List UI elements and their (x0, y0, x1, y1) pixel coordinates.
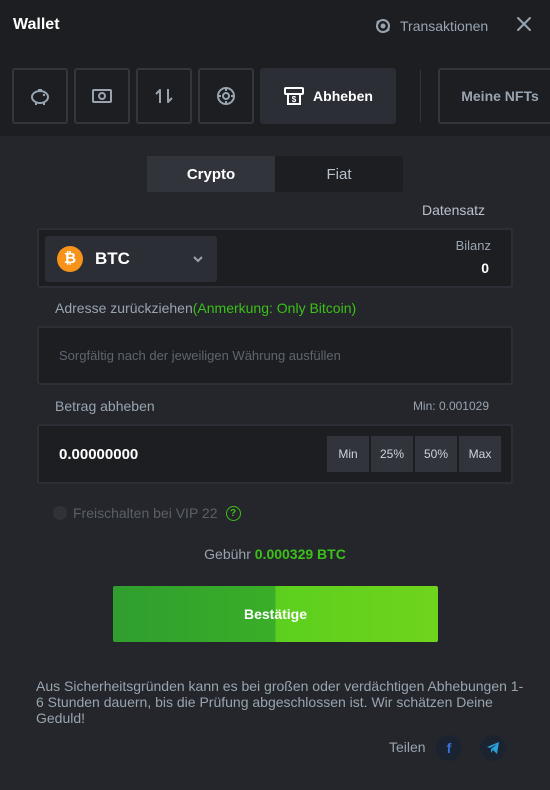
facebook-icon[interactable]: f (436, 735, 462, 761)
tab-buy[interactable] (74, 68, 130, 124)
transactions-label: Transaktionen (400, 18, 489, 34)
swap-icon (155, 89, 173, 103)
share-label: Teilen (389, 739, 426, 755)
min-button[interactable]: Min (327, 436, 369, 472)
header: Wallet Transaktionen (0, 0, 550, 52)
svg-text:$: $ (292, 95, 297, 104)
tab-my-nfts[interactable]: Meine NFTs (438, 68, 550, 124)
tab-crypto[interactable]: Crypto (147, 156, 275, 192)
coin-symbol: BTC (95, 249, 130, 268)
amount-panel: 0.00000000 Min 25% 50% Max (37, 424, 513, 484)
close-icon[interactable] (514, 14, 534, 34)
address-input[interactable]: Sorgfältig nach der jeweiligen Währung a… (37, 326, 513, 385)
25-percent-button[interactable]: 25% (371, 436, 413, 472)
tab-withdraw[interactable]: $ Abheben (260, 68, 396, 124)
fee-line: Gebühr 0.000329 BTC (0, 546, 550, 562)
address-label: Adresse zurückziehen(Anmerkung: Only Bit… (55, 300, 357, 316)
vault-icon (217, 87, 235, 105)
tab-deposit[interactable] (12, 68, 68, 124)
coin-panel: ₿ BTC Bilanz 0 (37, 228, 513, 288)
tab-swap[interactable] (136, 68, 192, 124)
fee-value: 0.000329 BTC (254, 546, 346, 562)
balance-value: 0 (481, 260, 489, 276)
page-title: Wallet (13, 16, 60, 33)
security-notice: Aus Sicherheitsgründen kann es bei große… (36, 678, 524, 726)
tab-fiat[interactable]: Fiat (275, 156, 403, 192)
tab-withdraw-label: Abheben (313, 88, 373, 104)
history-link[interactable]: Datensatz (422, 202, 485, 218)
fee-label: Gebühr (204, 546, 251, 562)
withdraw-icon: $ (284, 87, 305, 105)
wallet-tabs: $ Abheben Meine NFTs (0, 52, 550, 136)
confirm-button[interactable]: Bestätige (113, 586, 438, 642)
telegram-glyph (487, 742, 499, 754)
quick-amount-buttons: Min 25% 50% Max (327, 436, 501, 472)
crypto-fiat-switch: Crypto Fiat (147, 156, 403, 192)
vip-unlock-option: Freischalten bei VIP 22 ? (53, 505, 241, 521)
transactions-link[interactable]: Transaktionen (374, 17, 488, 35)
address-note: (Anmerkung: Only Bitcoin) (192, 300, 357, 316)
tab-my-nfts-label: Meine NFTs (461, 88, 539, 104)
transactions-icon (376, 19, 390, 33)
amount-input[interactable]: 0.00000000 (59, 446, 138, 463)
bitcoin-icon: ₿ (57, 246, 83, 272)
tabs-divider (420, 70, 421, 122)
telegram-icon[interactable] (480, 735, 506, 761)
max-button[interactable]: Max (459, 436, 501, 472)
coin-select[interactable]: ₿ BTC (45, 236, 217, 282)
vip-radio[interactable] (53, 506, 67, 520)
chevron-down-icon (193, 256, 203, 263)
50-percent-button[interactable]: 50% (415, 436, 457, 472)
banknote-icon (92, 89, 112, 103)
tab-vault[interactable] (198, 68, 254, 124)
vip-label: Freischalten bei VIP 22 (73, 505, 218, 521)
balance-label: Bilanz (455, 238, 491, 253)
piggy-bank-icon (31, 89, 49, 105)
amount-label: Betrag abheben (55, 398, 155, 414)
min-amount-label: Min: 0.001029 (412, 399, 489, 413)
help-icon[interactable]: ? (225, 505, 241, 521)
